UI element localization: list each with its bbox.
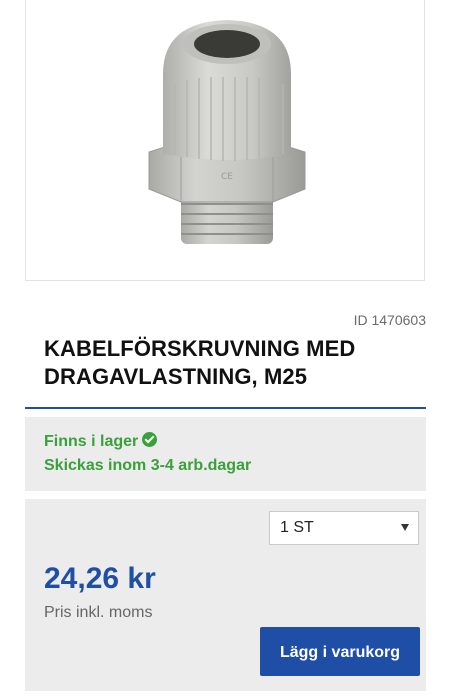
product-image: CE: [148, 20, 306, 244]
purchase-panel: 1 ST 24,26 kr Pris inkl. moms Lägg i var…: [25, 499, 426, 691]
price-note: Pris inkl. moms: [44, 604, 153, 621]
check-circle-icon: [142, 432, 158, 447]
stock-panel: Finns i lager Skickas inom 3-4 arb.dagar: [25, 417, 426, 491]
stock-status-label: Finns i lager: [44, 433, 139, 450]
delivery-time: Skickas inom 3-4 arb.dagar: [44, 457, 252, 474]
quantity-value: 1 ST: [280, 519, 314, 536]
stock-status: Finns i lager: [44, 432, 158, 451]
add-to-cart-button[interactable]: Lägg i varukorg: [260, 627, 420, 676]
price: 24,26 kr: [44, 562, 156, 595]
product-page: CE ID 1470603 KABELFÖRSKRUVNING MED DRAG…: [0, 0, 451, 700]
chevron-down-icon: [401, 524, 409, 531]
title-divider: [25, 407, 426, 409]
quantity-select[interactable]: 1 ST: [269, 511, 419, 545]
product-title: KABELFÖRSKRUVNING MED DRAGAVLASTNING, M2…: [44, 336, 356, 389]
svg-text:CE: CE: [221, 172, 233, 182]
product-image-card[interactable]: CE: [25, 0, 425, 281]
product-id: ID 1470603: [353, 312, 426, 328]
